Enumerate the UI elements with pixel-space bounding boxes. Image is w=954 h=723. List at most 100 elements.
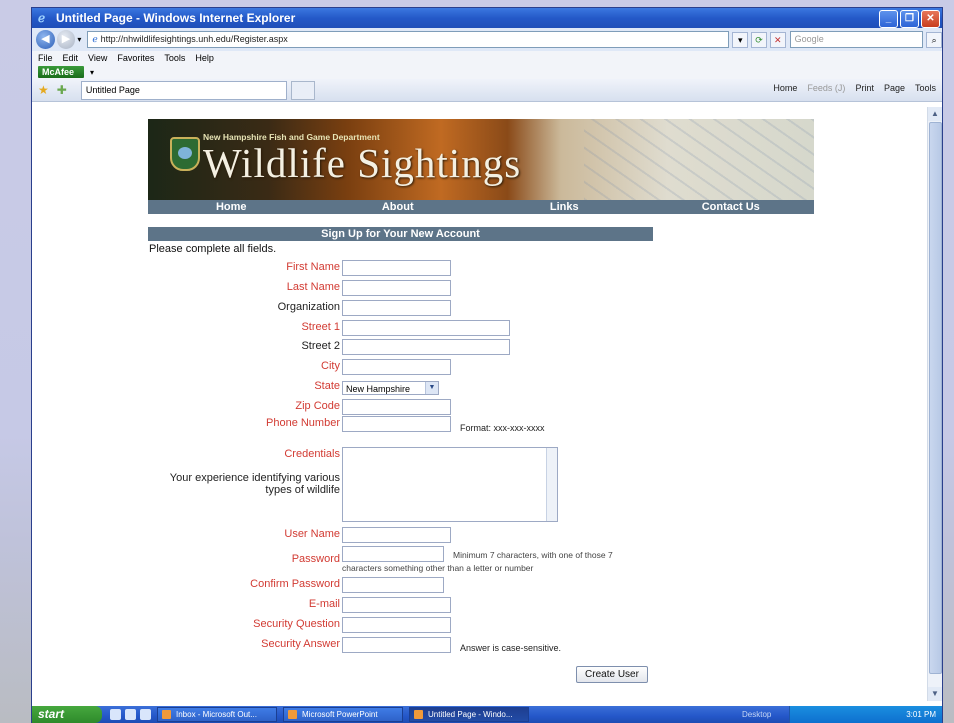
phone-field[interactable] xyxy=(342,416,451,432)
outlook-quicklaunch-icon[interactable] xyxy=(125,709,136,720)
form-note: Please complete all fields. xyxy=(149,243,277,255)
system-tray: Desktop 3:01 PM xyxy=(742,706,942,723)
refresh-icon[interactable]: ⟳ xyxy=(751,31,767,48)
credentials-label: Credentials xyxy=(284,448,340,460)
page-command[interactable]: Page xyxy=(884,83,905,93)
site-banner: New Hampshire Fish and Game Department W… xyxy=(148,119,814,200)
street1-field[interactable] xyxy=(342,320,510,336)
feeds-command[interactable]: Feeds (J) xyxy=(807,83,845,93)
scroll-down-icon[interactable]: ▼ xyxy=(928,687,942,701)
task-outlook[interactable]: Inbox - Microsoft Out... xyxy=(157,707,277,722)
back-button[interactable]: ◀ xyxy=(36,30,55,49)
phone-format-hint: Format: xxx-xxx-xxxx xyxy=(460,423,545,433)
answer-hint: Answer is case-sensitive. xyxy=(460,643,562,653)
nav-home[interactable]: Home xyxy=(148,200,315,214)
address-bar: ◀ ▶ ▾ ℯ http://nhwildlifesightings.unh.e… xyxy=(32,28,942,51)
street2-field[interactable] xyxy=(342,339,510,355)
tools-command[interactable]: Tools xyxy=(915,83,936,93)
scroll-thumb[interactable] xyxy=(929,122,942,674)
desktop-toolbar[interactable]: Desktop xyxy=(742,706,771,723)
phone-label: Phone Number xyxy=(266,417,340,429)
site-nav: Home About Links Contact Us xyxy=(148,200,814,214)
city-label: City xyxy=(321,360,340,372)
task-powerpoint[interactable]: Microsoft PowerPoint xyxy=(283,707,403,722)
zip-field[interactable] xyxy=(342,399,451,415)
menu-favorites[interactable]: Favorites xyxy=(117,53,154,63)
page-content: New Hampshire Fish and Game Department W… xyxy=(32,107,928,701)
organization-field[interactable] xyxy=(342,300,451,316)
taskbar: start Inbox - Microsoft Out... Microsoft… xyxy=(32,706,942,723)
ie-quicklaunch-icon[interactable] xyxy=(110,709,121,720)
password-hint-line2: characters something other than a letter… xyxy=(342,563,534,573)
password-hint-line1: Minimum 7 characters, with one of those … xyxy=(453,550,613,560)
confirm-password-label: Confirm Password xyxy=(250,578,340,590)
street1-label: Street 1 xyxy=(301,321,340,333)
first-name-label: First Name xyxy=(286,261,340,273)
word-quicklaunch-icon[interactable] xyxy=(140,709,151,720)
address-dropdown-icon[interactable]: ▾ xyxy=(732,31,749,48)
minimize-button[interactable]: _ xyxy=(879,10,898,28)
last-name-label: Last Name xyxy=(286,281,340,293)
title-bar: ℯ Untitled Page - Windows Internet Explo… xyxy=(32,8,942,28)
zip-label: Zip Code xyxy=(295,400,340,412)
clock: 3:01 PM xyxy=(906,710,936,719)
start-button[interactable]: start xyxy=(32,706,102,723)
tab-untitled-page[interactable]: Untitled Page xyxy=(80,80,287,100)
menu-tools[interactable]: Tools xyxy=(164,53,185,63)
password-field[interactable] xyxy=(342,546,444,562)
menu-bar: File Edit View Favorites Tools Help xyxy=(32,51,942,65)
url-field[interactable]: ℯ http://nhwildlifesightings.unh.edu/Reg… xyxy=(87,31,730,48)
confirm-password-field[interactable] xyxy=(342,577,444,593)
add-favorites-icon[interactable]: ✚ xyxy=(57,83,67,97)
textarea-scrollbar[interactable] xyxy=(546,448,557,521)
new-tab-button[interactable] xyxy=(290,80,315,100)
form-heading: Sign Up for Your New Account xyxy=(148,227,653,241)
last-name-field[interactable] xyxy=(342,280,451,296)
email-field[interactable] xyxy=(342,597,451,613)
task-ie[interactable]: Untitled Page - Windo... xyxy=(409,707,529,722)
password-label: Password xyxy=(291,553,340,565)
forward-button[interactable]: ▶ xyxy=(56,30,76,49)
stop-icon[interactable]: ✕ xyxy=(769,31,786,48)
search-icon[interactable]: ⌕ xyxy=(926,31,942,48)
chevron-down-icon[interactable]: ▼ xyxy=(425,382,438,394)
url-text: http://nhwildlifesightings.unh.edu/Regis… xyxy=(100,34,288,44)
security-answer-label: Security Answer xyxy=(261,638,340,650)
menu-file[interactable]: File xyxy=(38,53,53,63)
favorites-star-icon[interactable]: ★ xyxy=(38,83,49,97)
command-bar: Home Feeds (J) Print Page Tools xyxy=(773,83,936,93)
street2-label: Street 2 xyxy=(301,340,340,352)
close-button[interactable]: ✕ xyxy=(921,10,940,28)
create-user-button[interactable]: Create User xyxy=(576,666,648,683)
state-label: State xyxy=(314,380,340,392)
security-question-field[interactable] xyxy=(342,617,451,633)
nav-about[interactable]: About xyxy=(315,200,482,214)
first-name-field[interactable] xyxy=(342,260,451,276)
tab-bar: ★ ✚ Untitled Page Home Feeds (J) Print P… xyxy=(32,79,942,102)
fish-game-emblem-icon xyxy=(170,137,200,171)
menu-edit[interactable]: Edit xyxy=(63,53,79,63)
menu-help[interactable]: Help xyxy=(195,53,214,63)
home-command[interactable]: Home xyxy=(773,83,797,93)
browser-window: ℯ Untitled Page - Windows Internet Explo… xyxy=(32,8,942,723)
security-answer-field[interactable] xyxy=(342,637,451,653)
state-select[interactable]: New Hampshire ▼ xyxy=(342,381,439,395)
page-scrollbar[interactable]: ▲ ▼ xyxy=(927,107,942,701)
nav-contact-us[interactable]: Contact Us xyxy=(648,200,815,214)
username-field[interactable] xyxy=(342,527,451,543)
nav-links[interactable]: Links xyxy=(481,200,648,214)
recent-pages-dropdown-icon[interactable]: ▾ xyxy=(77,35,81,44)
banner-map-art xyxy=(584,119,814,200)
email-label: E-mail xyxy=(308,598,340,610)
print-command[interactable]: Print xyxy=(855,83,874,93)
mcafee-button[interactable]: McAfee xyxy=(38,66,85,78)
mcafee-dropdown-icon[interactable]: ▾ xyxy=(90,68,94,77)
credentials-textarea[interactable] xyxy=(342,447,558,522)
menu-view[interactable]: View xyxy=(88,53,107,63)
search-input[interactable]: Google xyxy=(789,31,924,48)
scroll-up-icon[interactable]: ▲ xyxy=(928,107,942,121)
city-field[interactable] xyxy=(342,359,451,375)
window-title: Untitled Page - Windows Internet Explore… xyxy=(56,11,296,25)
maximize-button[interactable]: ❐ xyxy=(900,10,919,28)
mcafee-toolbar: McAfee ▾ xyxy=(32,65,942,79)
